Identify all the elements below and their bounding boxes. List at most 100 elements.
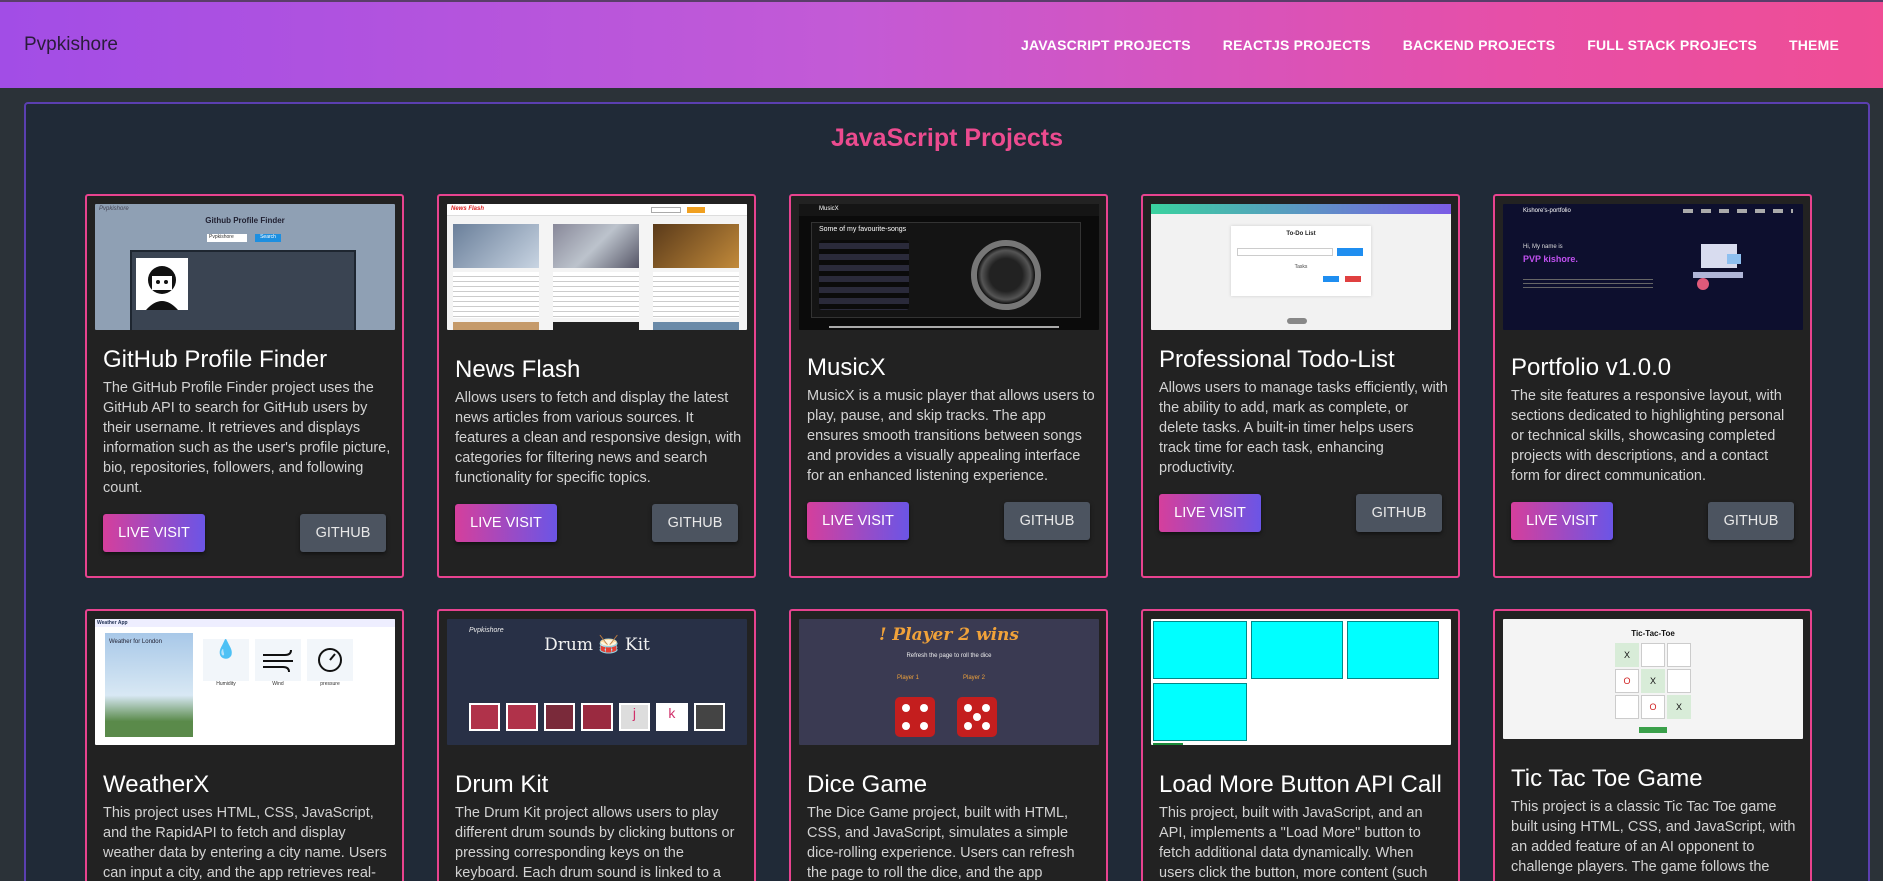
project-card-weatherx: Weather App Weather for London 💧 Humidit… (85, 609, 404, 881)
card-description: This project, built with JavaScript, and… (1159, 805, 1428, 881)
nav-reactjs-projects[interactable]: REACTJS PROJECTS (1223, 37, 1371, 53)
thumb-logo: MusicX (819, 206, 839, 212)
thumb-add-btn (1337, 248, 1363, 256)
thumb-data-box (1153, 621, 1247, 679)
card-title: News Flash (455, 356, 581, 383)
github-button[interactable]: GITHUB (652, 504, 738, 542)
nav-javascript-projects[interactable]: JAVASCRIPT PROJECTS (1021, 37, 1191, 53)
wind-icon (255, 639, 301, 681)
nav-theme[interactable]: THEME (1789, 37, 1839, 53)
section-title: JavaScript Projects (830, 124, 1064, 152)
thumb-heading: Weather for London (109, 639, 162, 645)
github-button[interactable]: GITHUB (1708, 502, 1794, 540)
thumb-greet: Hi, My name is (1523, 244, 1563, 250)
thumb-navbar (95, 619, 395, 627)
card-title: Drum Kit (455, 771, 549, 798)
thumb-data-box (1251, 621, 1343, 679)
card-description: The site features a responsive layout, w… (1511, 388, 1785, 484)
droplet-icon: 💧 (203, 639, 249, 681)
thumb-sub: Refresh the page to roll the dice (906, 653, 992, 659)
thumb-search (651, 207, 681, 213)
thumb-article-image (553, 224, 639, 268)
project-thumbnail: Kishore's-portfolio Hi, My name is PVP k… (1503, 204, 1803, 330)
card-title: MusicX (807, 354, 886, 381)
live-visit-button[interactable]: LIVE VISIT (807, 502, 909, 540)
thumb-article-image (653, 224, 739, 268)
project-thumbnail (1151, 619, 1451, 745)
projects-panel: JavaScript Projects Pvpkishore Github Pr… (24, 102, 1870, 881)
github-button[interactable]: GITHUB (300, 514, 386, 552)
thumb-song-list (819, 240, 909, 310)
thumb-search-input: Pvpkishore (207, 234, 247, 242)
project-thumbnail: ! Player 2 wins Refresh the page to roll… (799, 619, 1099, 745)
project-card-todo-list: To-Do List Tasks Professional Todo-List … (1141, 194, 1460, 578)
card-description: Allows users to manage tasks efficiently… (1159, 380, 1448, 476)
thumb-headphones (971, 240, 1041, 310)
thumb-timer (1287, 318, 1307, 324)
thumb-nav (1683, 209, 1793, 213)
card-title: Dice Game (807, 771, 928, 798)
github-button[interactable]: GITHUB (1356, 494, 1442, 532)
project-thumbnail: To-Do List Tasks (1151, 204, 1451, 330)
card-description: This project is a classic Tic Tac Toe ga… (1511, 799, 1796, 875)
project-card-github-profile-finder: Pvpkishore Github Profile Finder Pvpkish… (85, 194, 404, 578)
nav-links: JAVASCRIPT PROJECTS REACTJS PROJECTS BAC… (1021, 37, 1839, 53)
card-title: Portfolio v1.0.0 (1511, 354, 1672, 381)
card-title: Tic Tac Toe Game (1511, 765, 1703, 792)
github-button[interactable]: GITHUB (1004, 502, 1090, 540)
project-card-drum-kit: Pvpkishore Drum 🥁 Kit j k Drum Kit The D… (437, 609, 756, 881)
tile-label: pressure (320, 681, 340, 687)
thumb-heading: Some of my favourite-songs (819, 226, 907, 233)
thumb-data-box (1153, 683, 1247, 741)
thumb-heading: Tic-Tac-Toe (1631, 629, 1675, 638)
thumb-btn (1345, 276, 1361, 282)
thumb-search-btn (687, 207, 705, 213)
card-title: WeatherX (103, 771, 210, 798)
project-thumbnail: Pvpkishore Github Profile Finder Pvpkish… (95, 204, 395, 330)
project-card-news-flash: News Flash News Flash Allows users to fe… (437, 194, 756, 578)
project-thumbnail: MusicX Some of my favourite-songs (799, 204, 1099, 330)
thumb-drum-keys: j k (469, 703, 725, 731)
thumb-profile-panel (130, 250, 356, 330)
thumb-article-image (453, 322, 539, 330)
thumb-article-text (453, 272, 539, 318)
live-visit-button[interactable]: LIVE VISIT (1511, 502, 1613, 540)
thumb-load-more-btn (1153, 743, 1183, 745)
project-thumbnail: Tic-Tac-Toe X O X O X (1503, 619, 1803, 739)
thumb-article-image (553, 322, 639, 330)
top-navbar: Pvpkishore JAVASCRIPT PROJECTS REACTJS P… (0, 0, 1883, 88)
live-visit-button[interactable]: LIVE VISIT (455, 504, 557, 542)
nav-full-stack-projects[interactable]: FULL STACK PROJECTS (1587, 37, 1757, 53)
thumb-progress (829, 326, 1059, 328)
thumb-navbar (799, 204, 1099, 216)
project-thumbnail: Pvpkishore Drum 🥁 Kit j k (447, 619, 747, 745)
nav-backend-projects[interactable]: BACKEND PROJECTS (1403, 37, 1556, 53)
project-card-tic-tac-toe: Tic-Tac-Toe X O X O X Tic Tac Toe Game T… (1493, 609, 1812, 881)
thumb-article-text (553, 272, 639, 318)
thumb-text (1523, 276, 1653, 290)
dice-icon (957, 697, 997, 737)
thumb-illustration (1683, 238, 1753, 298)
card-description: MusicX is a music player that allows use… (807, 388, 1095, 484)
thumb-article-image (653, 322, 739, 330)
tile-label: Wind (272, 681, 284, 687)
project-card-musicx: MusicX Some of my favourite-songs MusicX… (789, 194, 1108, 578)
gauge-icon (307, 639, 353, 681)
project-thumbnail: Weather App Weather for London 💧 Humidit… (95, 619, 395, 745)
thumb-name: PVP kishore. (1523, 254, 1578, 264)
live-visit-button[interactable]: LIVE VISIT (103, 514, 205, 552)
project-card-portfolio: Kishore's-portfolio Hi, My name is PVP k… (1493, 194, 1812, 578)
thumb-logo: Weather App (97, 620, 128, 626)
card-description: This project uses HTML, CSS, JavaScript,… (103, 805, 387, 881)
live-visit-button[interactable]: LIVE VISIT (1159, 494, 1261, 532)
thumb-logo: Kishore's-portfolio (1523, 208, 1571, 214)
card-title: GitHub Profile Finder (103, 346, 328, 373)
thumb-board: X O X O X (1615, 643, 1691, 719)
thumb-heading: ! Player 2 wins (879, 625, 1019, 645)
thumb-header-bar (1151, 204, 1451, 214)
card-description: Allows users to fetch and display the la… (455, 390, 742, 486)
brand-logo[interactable]: Pvpkishore (24, 34, 118, 56)
thumb-reset-btn (1639, 727, 1667, 733)
thumb-heading: Drum 🥁 Kit (544, 635, 650, 655)
dice-icon (895, 697, 935, 737)
